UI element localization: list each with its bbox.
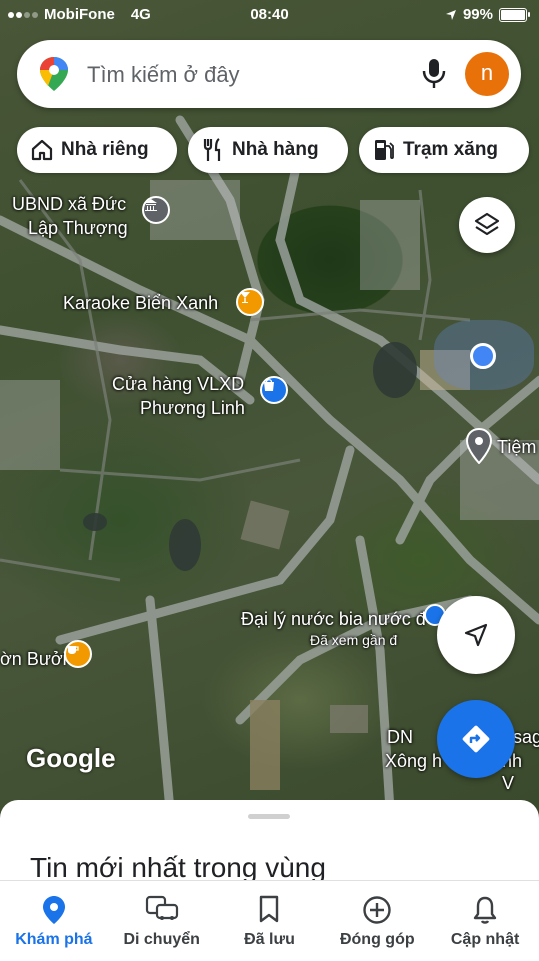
google-logo: Google [26, 743, 116, 773]
nav-explore[interactable]: Khám phá [0, 881, 108, 961]
avatar[interactable]: n [465, 52, 509, 96]
location-arrow-icon [445, 9, 456, 20]
chip-gas-station-label: Trạm xăng [403, 139, 499, 160]
maps-logo-icon [39, 56, 69, 97]
nav-commute[interactable]: Di chuyển [108, 881, 216, 961]
sheet-drag-handle[interactable] [248, 814, 290, 819]
map-label-buoi[interactable]: ờn Bưởi [0, 648, 67, 670]
mic-icon[interactable] [421, 58, 447, 95]
chip-home[interactable]: Nhà riêng [17, 127, 177, 173]
search-bar[interactable]: Tìm kiếm ở đây n [17, 40, 521, 108]
nav-commute-label: Di chuyển [123, 931, 200, 948]
chip-home-label: Nhà riêng [61, 139, 149, 160]
bell-icon [472, 895, 498, 930]
battery-icon [499, 7, 530, 22]
map-label-ubnd-2[interactable]: Lập Thượng [28, 217, 128, 239]
directions-button[interactable] [437, 700, 515, 778]
karaoke-poi-icon[interactable] [236, 288, 264, 316]
map-label-vlxd-1[interactable]: Cửa hàng VLXD [112, 373, 244, 395]
nav-updates[interactable]: Cập nhật [431, 881, 539, 961]
clock: 08:40 [250, 6, 289, 23]
map-label-tiem[interactable]: Tiệm [497, 436, 536, 458]
layers-button[interactable] [459, 197, 515, 253]
bottom-sheet[interactable]: Tin mới nhất trong vùng [0, 800, 539, 890]
map-label-karaoke[interactable]: Karaoke Biển Xanh [63, 292, 218, 314]
map-label-dn[interactable]: DN [387, 726, 413, 748]
navigation-arrow-icon [464, 623, 488, 647]
nav-contribute-label: Đóng góp [339, 931, 415, 948]
government-poi-icon[interactable] [142, 196, 170, 224]
map-label-ubnd-1[interactable]: UBND xã Đức [12, 193, 126, 215]
home-icon [31, 139, 53, 161]
map-label-viewed: Đã xem gần đ [310, 632, 398, 648]
map-label-xong[interactable]: Xông h [385, 750, 442, 772]
search-input[interactable]: Tìm kiếm ở đây [87, 62, 240, 88]
cafe-poi-icon[interactable] [64, 640, 92, 668]
explore-pin-icon [42, 895, 66, 930]
nav-saved-label: Đã lưu [244, 931, 295, 948]
restaurant-icon [203, 138, 221, 161]
bottom-nav: Khám phá Di chuyển Đã lưu Đóng góp Cập n… [0, 880, 539, 961]
chip-restaurant-label: Nhà hàng [232, 139, 319, 160]
layers-icon [474, 212, 500, 236]
map-roads [0, 115, 539, 810]
chip-gas-station[interactable]: Trạm xăng [359, 127, 529, 173]
directions-icon [462, 725, 490, 753]
nav-updates-label: Cập nhật [450, 931, 520, 948]
battery-percent: 99% [462, 6, 493, 23]
gas-station-icon [375, 140, 394, 160]
map-label-vlxd-2[interactable]: Phương Linh [140, 397, 245, 419]
add-circle-icon [362, 895, 392, 930]
shopping-poi-icon[interactable] [260, 376, 288, 404]
my-location-marker [470, 343, 496, 369]
map-label-sag[interactable]: sag [513, 726, 539, 748]
nav-contribute[interactable]: Đóng góp [323, 881, 431, 961]
bookmark-icon [258, 895, 280, 928]
map-view[interactable]: UBND xã Đức Lập Thượng Karaoke Biển Xanh… [0, 0, 539, 810]
my-location-button[interactable] [437, 596, 515, 674]
status-bar: MobiFone 4G 08:40 99% [0, 0, 539, 30]
nav-explore-label: Khám phá [15, 931, 93, 948]
commute-icon [145, 895, 179, 928]
chip-restaurant[interactable]: Nhà hàng [188, 127, 348, 173]
nav-saved[interactable]: Đã lưu [216, 881, 324, 961]
map-label-dai-ly[interactable]: Đại lý nước bia nước đ [241, 608, 426, 630]
